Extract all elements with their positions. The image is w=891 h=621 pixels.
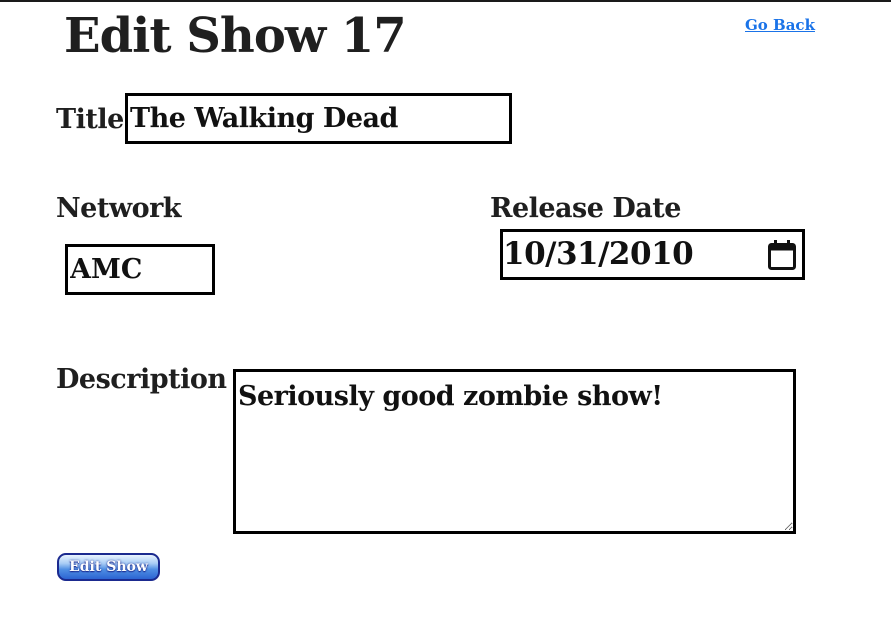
go-back-link[interactable]: Go Back [745,16,815,34]
release-date-value: 10/31/2010 [503,236,694,272]
description-label: Description [56,364,227,395]
description-textarea[interactable]: Seriously good zombie show! [233,369,796,534]
title-input[interactable] [125,93,512,144]
network-input[interactable] [65,244,215,295]
calendar-icon[interactable] [766,238,798,272]
network-label: Network [56,193,182,224]
release-date-input[interactable]: 10/31/2010 [500,229,805,280]
edit-show-button[interactable]: Edit Show [57,553,160,581]
page-title: Edit Show 17 [64,8,407,64]
title-label: Title [56,104,124,135]
release-date-label: Release Date [490,193,681,224]
